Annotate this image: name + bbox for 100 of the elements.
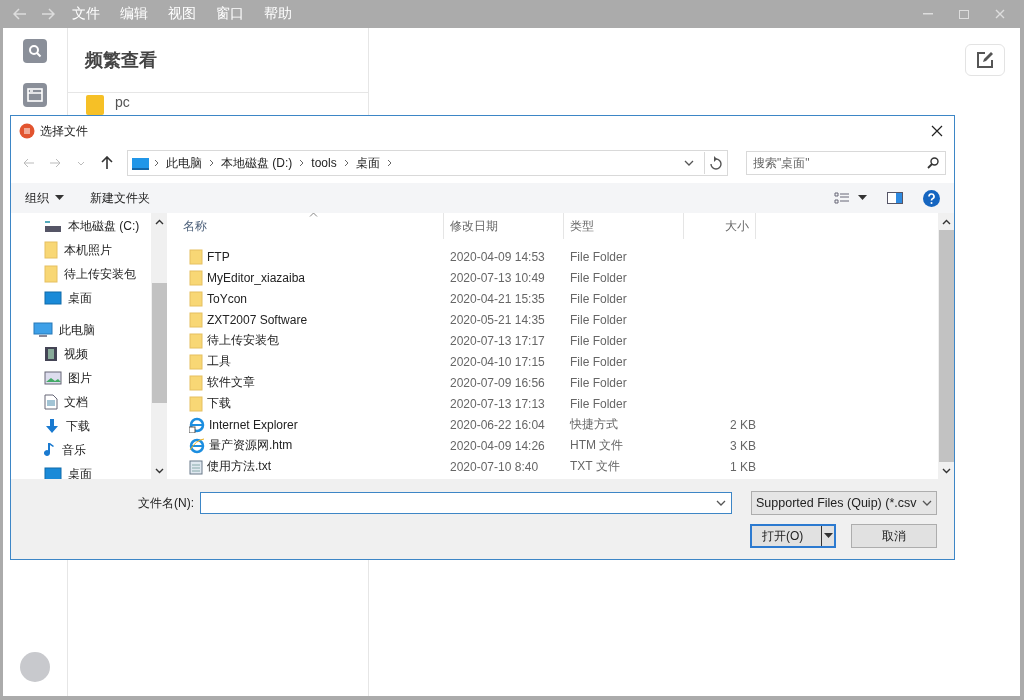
notepad-icon: [189, 458, 203, 475]
file-name[interactable]: ZXT2007 Software: [207, 312, 308, 327]
address-bar[interactable]: 此电脑 本地磁盘 (D:) tools 桌面: [127, 150, 728, 176]
file-name[interactable]: Internet Explorer: [209, 417, 298, 432]
file-name[interactable]: 量产资源网.htm: [209, 437, 293, 454]
scroll-up-icon[interactable]: [941, 218, 951, 225]
browser-icon: [189, 437, 205, 454]
file-date: 2020-04-09 14:26: [450, 438, 545, 453]
column-header[interactable]: 修改日期: [444, 213, 564, 239]
file-name[interactable]: 待上传安装包: [207, 332, 279, 349]
desktop-icon: [44, 291, 62, 305]
nav-item[interactable]: 此电脑: [11, 318, 95, 342]
avatar[interactable]: [20, 652, 50, 682]
search-field[interactable]: 搜索"桌面": [746, 151, 946, 175]
computer-icon: [132, 156, 150, 170]
breadcrumb-item[interactable]: 此电脑: [163, 154, 205, 172]
file-type: HTM 文件: [570, 438, 624, 452]
chevron-down-icon[interactable]: [77, 160, 85, 166]
folder-icon: [189, 248, 203, 265]
file-type: File Folder: [570, 312, 627, 327]
nav-item[interactable]: 下载: [11, 414, 90, 438]
film-icon: [44, 346, 58, 362]
file-date: 2020-07-13 10:49: [450, 270, 545, 285]
compose-button[interactable]: [965, 44, 1005, 76]
drive-icon: [44, 219, 62, 233]
file-size: 1 KB: [730, 459, 756, 474]
close-icon[interactable]: [931, 125, 943, 137]
column-header[interactable]: 类型: [564, 213, 684, 239]
help-icon[interactable]: [923, 189, 940, 207]
scroll-up-icon[interactable]: [154, 218, 164, 225]
file-name[interactable]: 工具: [207, 353, 231, 370]
cancel-button[interactable]: 取消: [851, 524, 937, 548]
file-date: 2020-04-21 15:35: [450, 291, 545, 306]
view-options-icon[interactable]: [834, 192, 850, 204]
file-name[interactable]: ToYcon: [207, 291, 248, 306]
forward-arrow-icon[interactable]: [41, 8, 55, 20]
column-header[interactable]: 大小: [684, 213, 756, 239]
breadcrumb-item[interactable]: 桌面: [352, 154, 383, 172]
file-name[interactable]: FTP: [207, 249, 230, 264]
caret-icon: [858, 195, 867, 201]
file-date: 2020-07-09 16:56: [450, 375, 545, 390]
chevron-right-icon: [154, 159, 159, 167]
nav-item[interactable]: 本机照片: [11, 238, 112, 262]
open-button[interactable]: 打开(O): [750, 524, 836, 548]
file-name[interactable]: 下载: [207, 395, 231, 412]
file-date: 2020-05-21 14:35: [450, 312, 545, 327]
file-date: 2020-04-10 17:15: [450, 354, 545, 369]
back-arrow-icon[interactable]: [23, 158, 35, 168]
file-type: 快捷方式: [570, 417, 618, 431]
file-type: File Folder: [570, 396, 627, 411]
caret-icon: [823, 533, 833, 539]
nav-item[interactable]: 桌面: [11, 462, 92, 479]
file-type-dropdown[interactable]: Supported Files (Quip) (*.csv: [751, 491, 937, 515]
nav-item[interactable]: 文档: [11, 390, 88, 414]
folder-icon: [189, 374, 203, 391]
forward-arrow-icon[interactable]: [49, 158, 61, 168]
filename-field[interactable]: [200, 492, 732, 514]
browser-shortcut-icon: [189, 416, 205, 433]
preview-pane-icon[interactable]: [887, 192, 903, 204]
file-size: 3 KB: [730, 438, 756, 453]
breadcrumb-item[interactable]: tools: [308, 156, 340, 170]
caret-icon: [55, 195, 64, 201]
document-icon: [44, 394, 58, 410]
item-name[interactable]: pc: [115, 94, 130, 110]
nav-item[interactable]: 图片: [11, 366, 92, 390]
file-name[interactable]: 使用方法.txt: [207, 458, 271, 475]
back-arrow-icon[interactable]: [13, 8, 27, 20]
window-button[interactable]: [23, 83, 47, 107]
refresh-icon[interactable]: [710, 156, 722, 170]
file-date: 2020-06-22 16:04: [450, 417, 545, 432]
chevron-right-icon: [343, 159, 349, 167]
scrollbar-thumb[interactable]: [938, 230, 954, 462]
nav-item[interactable]: 视频: [11, 342, 88, 366]
nav-item[interactable]: 本地磁盘 (C:): [11, 214, 140, 238]
column-header[interactable]: 名称: [171, 213, 444, 239]
search-button[interactable]: [23, 39, 47, 63]
scrollbar-thumb[interactable]: [151, 283, 167, 403]
window-icon: [27, 88, 43, 102]
nav-item[interactable]: 待上传安装包: [11, 262, 136, 286]
file-name[interactable]: 软件文章: [207, 374, 255, 391]
folder-icon: [189, 395, 203, 412]
app-logo-icon: [19, 123, 35, 139]
scroll-down-icon[interactable]: [154, 467, 164, 474]
up-arrow-icon[interactable]: [101, 156, 113, 170]
nav-item[interactable]: 桌面: [11, 286, 92, 310]
breadcrumb-item[interactable]: 本地磁盘 (D:): [218, 154, 296, 172]
scroll-down-icon[interactable]: [941, 467, 951, 474]
maximize-icon[interactable]: [959, 9, 969, 19]
folder-icon: [189, 332, 203, 349]
nav-item[interactable]: 音乐: [11, 438, 86, 462]
folder-icon: [85, 94, 105, 116]
music-note-icon: [44, 442, 56, 458]
chevron-down-icon: [922, 500, 932, 506]
folder-icon: [189, 269, 203, 286]
toolbar-button[interactable]: 组织: [19, 189, 70, 207]
folder-icon: [189, 353, 203, 370]
dialog-title: 选择文件: [40, 122, 88, 140]
file-name[interactable]: MyEditor_xiazaiba: [207, 270, 306, 285]
file-date: 2020-07-13 17:13: [450, 396, 545, 411]
toolbar-button[interactable]: 新建文件夹: [84, 189, 156, 207]
